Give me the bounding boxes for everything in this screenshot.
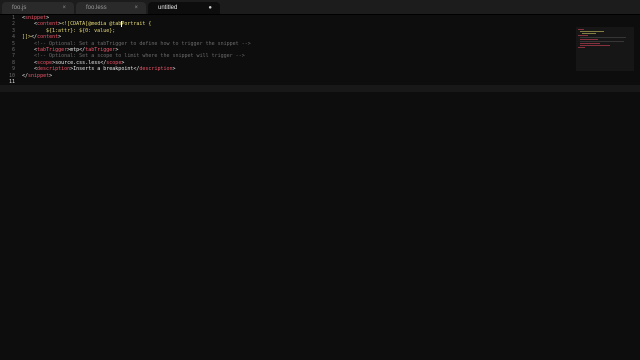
editor-window: foo.js × foo.less × untitled ● 1 2 3 4 5… <box>0 0 640 360</box>
tab-untitled[interactable]: untitled ● <box>148 2 220 14</box>
code-line: </snippet> <box>22 72 53 79</box>
tab-label: foo.less <box>86 5 107 11</box>
minimap[interactable] <box>576 27 634 71</box>
xml-tag: tabTrigger <box>85 47 116 53</box>
current-line-highlight <box>0 85 640 92</box>
close-icon[interactable]: × <box>134 2 138 14</box>
code-line: <description>Inserts a breakpoint</descr… <box>34 66 176 73</box>
minimap-line <box>580 43 600 44</box>
code-comment: <!-- Optional: Set a scope to limit wher… <box>34 53 245 60</box>
text-cursor <box>121 21 123 28</box>
tab-label: untitled <box>158 5 178 11</box>
tag-value: mtp <box>70 47 80 53</box>
minimap-line <box>580 37 626 38</box>
code-text-segment: Portrait { <box>121 21 152 28</box>
tab-label: foo.js <box>12 5 27 11</box>
minimap-line <box>578 29 584 30</box>
line-number-current: 11 <box>8 79 15 85</box>
tab-foo-less[interactable]: foo.less × <box>76 2 146 14</box>
tab-bar: foo.js × foo.less × untitled ● <box>0 0 640 15</box>
xml-tag: description <box>37 66 71 73</box>
tag-value: Inserts a breakpoint <box>73 66 134 73</box>
code-text-segment: ${1:attr}: ${0: value}; <box>46 27 116 34</box>
unsaved-dot-icon[interactable]: ● <box>208 2 212 14</box>
minimap-line <box>578 47 585 48</box>
xml-tag: tabTrigger <box>37 47 68 53</box>
line-number-gutter: 1 2 3 4 5 6 7 8 9 10 11 <box>0 15 15 360</box>
code-comment: <!-- Optional: Set a tabTrigger to defin… <box>34 40 251 47</box>
tag-value: source.css.less <box>55 59 101 66</box>
minimap-line <box>580 39 598 40</box>
code-editor[interactable]: 1 2 3 4 5 6 7 8 9 10 11 <snippet> <conte… <box>0 15 640 360</box>
xml-tag: description <box>139 66 173 73</box>
minimap-line <box>580 41 624 42</box>
xml-tag: scope <box>106 59 122 66</box>
minimap-line <box>580 31 604 32</box>
cdata-close: ]]> <box>22 34 32 41</box>
xml-tag: content <box>37 21 59 28</box>
tab-foo-js[interactable]: foo.js × <box>2 2 74 14</box>
close-icon[interactable]: × <box>62 2 66 14</box>
xml-tag: content <box>37 34 59 41</box>
minimap-line <box>578 35 588 36</box>
xml-tag: snippet <box>25 15 47 21</box>
xml-tag: scope <box>37 59 53 66</box>
cdata-text: <![CDATA[@media @tab <box>61 21 122 28</box>
minimap-line <box>582 33 596 34</box>
minimap-line <box>580 45 610 46</box>
xml-tag: snippet <box>28 72 50 79</box>
